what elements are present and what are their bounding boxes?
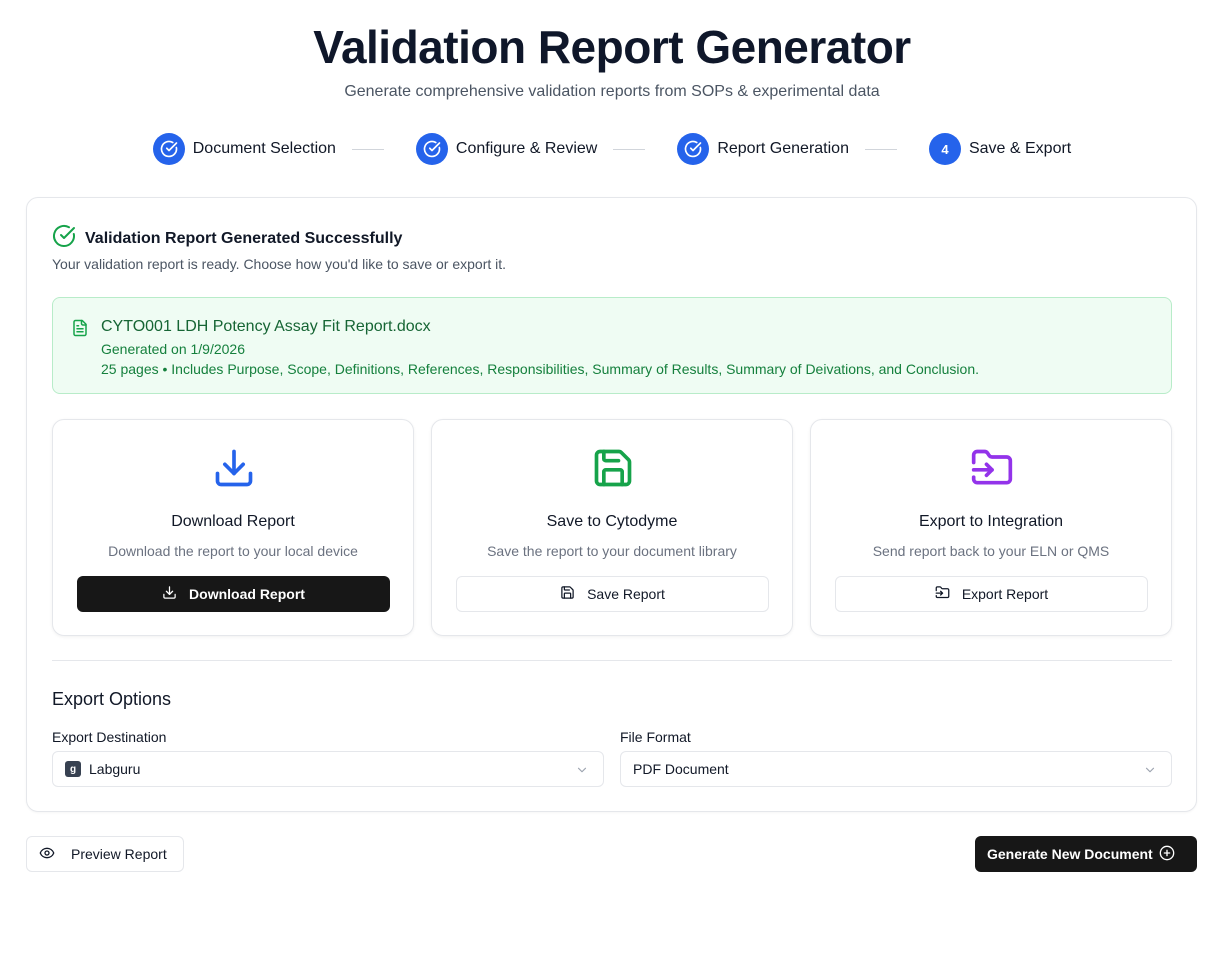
check-circle-icon — [677, 133, 710, 165]
option-description: Save the report to your document library — [487, 543, 737, 559]
step-number: 4 — [928, 133, 961, 165]
section-divider — [52, 660, 1172, 661]
export-option-card: Export to Integration Send report back t… — [810, 419, 1172, 636]
generate-new-document-button[interactable]: Generate New Document — [975, 836, 1197, 872]
generated-file-summary: CYTO001 LDH Potency Assay Fit Report.doc… — [52, 297, 1172, 394]
chevron-down-icon — [575, 763, 589, 780]
option-title: Save to Cytodyme — [546, 513, 678, 530]
select-value: Labguru — [89, 761, 141, 777]
file-format-label: File Format — [620, 729, 691, 745]
plus-circle-icon — [1159, 845, 1175, 864]
step-connector — [864, 148, 897, 150]
button-label: Generate New Document — [987, 846, 1153, 862]
report-card: Validation Report Generated Successfully… — [26, 197, 1197, 812]
step-connector — [351, 148, 384, 150]
select-value: PDF Document — [633, 761, 729, 777]
file-format-select[interactable]: PDF Document — [620, 751, 1172, 787]
success-description: Your validation report is ready. Choose … — [52, 256, 507, 272]
eye-icon — [39, 845, 55, 864]
success-header: Validation Report Generated Successfully — [52, 224, 402, 253]
option-description: Send report back to your ELN or QMS — [872, 543, 1110, 559]
file-meta: 25 pages • Includes Purpose, Scope, Defi… — [101, 361, 979, 377]
check-circle-icon — [52, 224, 76, 253]
button-label: Export Report — [961, 586, 1049, 602]
step-document-selection[interactable]: Document Selection — [152, 133, 336, 165]
file-text-icon — [71, 318, 89, 343]
export-report-button[interactable]: Export Report — [835, 576, 1148, 612]
save-icon — [591, 446, 635, 490]
save-icon — [560, 585, 575, 603]
page-title: Validation Report Generator — [313, 21, 911, 73]
step-configure-review[interactable]: Configure & Review — [415, 133, 598, 165]
folder-export-icon — [935, 585, 950, 603]
download-option-card: Download Report Download the report to y… — [52, 419, 414, 636]
step-label: Configure & Review — [455, 140, 598, 157]
download-icon — [212, 446, 256, 490]
option-title: Export to Integration — [918, 513, 1064, 530]
save-option-card: Save to Cytodyme Save the report to your… — [431, 419, 793, 636]
folder-export-icon — [970, 446, 1014, 490]
button-label: Preview Report — [71, 846, 167, 862]
success-title: Validation Report Generated Successfully — [85, 229, 403, 247]
preview-report-button[interactable]: Preview Report — [26, 836, 184, 872]
option-description: Download the report to your local device — [108, 543, 358, 559]
check-circle-icon — [152, 133, 185, 165]
page-subtitle: Generate comprehensive validation report… — [344, 83, 880, 100]
button-label: Save Report — [587, 586, 665, 602]
step-label: Save & Export — [968, 140, 1072, 157]
progress-stepper: Document Selection Configure & Review Re… — [0, 133, 1224, 165]
page-header: Validation Report Generator Generate com… — [0, 18, 1224, 102]
save-report-button[interactable]: Save Report — [456, 576, 769, 612]
check-circle-icon — [415, 133, 448, 165]
chevron-down-icon — [1143, 763, 1157, 780]
step-save-export[interactable]: 4 Save & Export — [928, 133, 1072, 165]
step-label: Document Selection — [192, 140, 336, 157]
export-options-title: Export Options — [52, 689, 172, 709]
button-label: Download Report — [189, 586, 305, 602]
download-report-button[interactable]: Download Report — [77, 576, 390, 612]
file-generated-date: Generated on 1/9/2026 — [101, 341, 246, 357]
download-icon — [162, 585, 177, 603]
step-label: Report Generation — [717, 140, 849, 157]
export-destination-label: Export Destination — [52, 729, 167, 745]
step-report-generation[interactable]: Report Generation — [677, 133, 849, 165]
file-name: CYTO001 LDH Potency Assay Fit Report.doc… — [101, 318, 431, 335]
option-title: Download Report — [171, 513, 295, 530]
export-destination-select[interactable]: g Labguru — [52, 751, 604, 787]
step-connector — [613, 148, 646, 150]
labguru-logo-icon: g — [65, 761, 81, 777]
